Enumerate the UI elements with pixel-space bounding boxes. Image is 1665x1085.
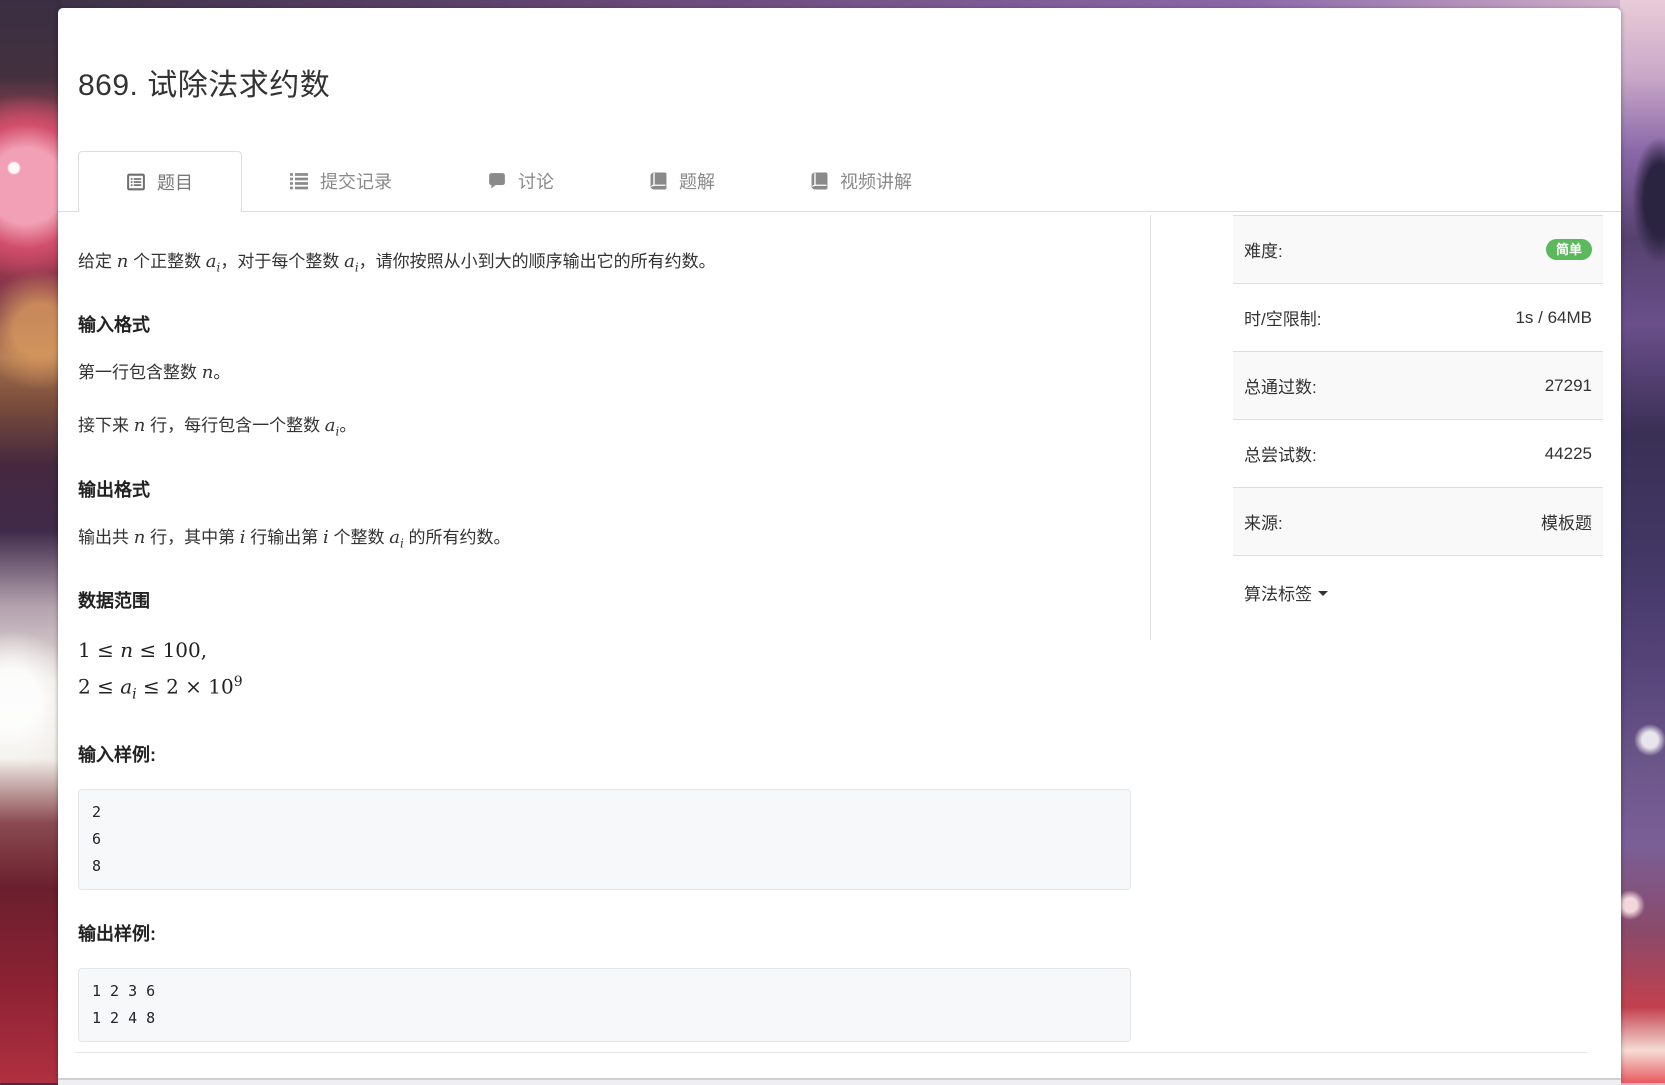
tab-submissions[interactable]: 提交记录	[242, 150, 440, 211]
list-icon	[290, 172, 308, 190]
problem-intro: 给定 n 个正整数 ai，对于每个整数 ai，请你按照从小到大的顺序输出它的所有…	[78, 248, 1128, 281]
tab-label: 提交记录	[320, 168, 392, 194]
list-alt-icon	[127, 173, 145, 191]
stat-label: 总尝试数:	[1244, 441, 1317, 466]
stat-row-attempts: 总尝试数: 44225	[1233, 420, 1603, 488]
sample-input-block[interactable]: 2 6 8	[78, 789, 1131, 890]
range-line-2: 2 ≤ ai ≤ 2 × 109	[78, 667, 1128, 711]
tab-discussion[interactable]: 讨论	[440, 150, 602, 211]
tab-label: 视频讲解	[840, 168, 912, 194]
tags-label: 算法标签	[1244, 580, 1312, 605]
page-title: 869. 试除法求约数	[58, 8, 1621, 104]
tab-bar: 题目 提交记录 讨论	[58, 150, 1621, 212]
problem-stats-panel: 难度: 简单 时/空限制: 1s / 64MB 总通过数: 27291 总尝试数…	[1233, 215, 1603, 628]
stat-label: 时/空限制:	[1244, 305, 1321, 330]
stat-row-tags: 算法标签	[1233, 556, 1603, 628]
background-artwork-left	[0, 0, 62, 1083]
sidebar-divider	[1150, 215, 1151, 640]
range-line-1: 1 ≤ n ≤ 100,	[78, 635, 1128, 667]
tab-problem[interactable]: 题目	[78, 151, 242, 212]
stat-row-difficulty: 难度: 简单	[1233, 216, 1603, 284]
tab-solutions[interactable]: 题解	[602, 150, 763, 211]
caret-down-icon	[1318, 591, 1328, 596]
book-icon	[811, 172, 828, 190]
stat-label: 总通过数:	[1244, 373, 1317, 398]
stat-label: 来源:	[1244, 509, 1283, 534]
sample-output-heading: 输出样例:	[78, 922, 1128, 946]
input-format-line1: 第一行包含整数 n。	[78, 359, 1128, 386]
tab-video-explanation[interactable]: 视频讲解	[763, 150, 960, 211]
input-format-heading: 输入格式	[78, 313, 1128, 337]
sample-input-heading: 输入样例:	[78, 743, 1128, 767]
problem-card: 869. 试除法求约数 题目	[58, 8, 1621, 1083]
output-format-line: 输出共 n 行，其中第 i 行输出第 i 个整数 ai 的所有约数。	[78, 524, 1128, 557]
problem-statement: 给定 n 个正整数 ai，对于每个整数 ai，请你按照从小到大的顺序输出它的所有…	[78, 212, 1128, 1042]
tab-label: 讨论	[518, 168, 554, 194]
content-bottom-divider	[75, 1052, 1587, 1053]
stat-row-limits: 时/空限制: 1s / 64MB	[1233, 284, 1603, 352]
stat-value: 模板题	[1541, 509, 1592, 534]
data-range-heading: 数据范围	[78, 589, 1128, 613]
stat-row-source: 来源: 模板题	[1233, 488, 1603, 556]
output-format-heading: 输出格式	[78, 478, 1128, 502]
difficulty-badge: 简单	[1546, 239, 1592, 260]
algorithm-tags-dropdown[interactable]: 算法标签	[1244, 580, 1328, 605]
sample-output-block[interactable]: 1 2 3 6 1 2 4 8	[78, 968, 1131, 1042]
input-format-line2: 接下来 n 行，每行包含一个整数 ai。	[78, 412, 1128, 445]
stat-row-accepted: 总通过数: 27291	[1233, 352, 1603, 420]
stat-value: 27291	[1545, 376, 1592, 396]
comment-icon	[488, 172, 506, 190]
stat-value: 44225	[1545, 444, 1592, 464]
tab-label: 题解	[679, 168, 715, 194]
tab-label: 题目	[157, 169, 193, 195]
stat-label: 难度:	[1244, 237, 1283, 262]
stat-value: 1s / 64MB	[1515, 308, 1592, 328]
background-artwork-right	[1620, 0, 1665, 1083]
book-icon	[650, 172, 667, 190]
data-range-formula: 1 ≤ n ≤ 100, 2 ≤ ai ≤ 2 × 109	[78, 635, 1128, 711]
next-section-edge	[58, 1078, 1621, 1085]
